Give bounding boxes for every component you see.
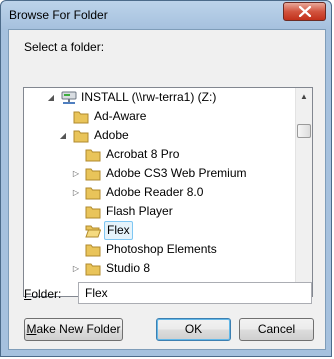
close-button[interactable] [283,2,326,21]
tree-item-label: Adobe Reader 8.0 [106,185,204,199]
tree-item-label: INSTALL (\\rw-terra1) (Z:) [81,90,217,104]
ok-button[interactable]: OK [156,318,231,341]
open-folder-icon [85,225,101,238]
vertical-scrollbar[interactable]: ▲ ▼ [295,88,312,296]
folder-tree[interactable]: ◢ INSTALL (\\rw-terra1) (Z:) Ad-Aware ◢ [23,87,313,297]
collapsed-arrow-icon[interactable]: ▷ [71,259,81,278]
title-bar[interactable]: Browse For Folder [1,1,331,29]
scroll-up-arrow-icon[interactable]: ▲ [298,90,310,104]
folder-icon [73,111,89,124]
collapsed-arrow-icon[interactable]: ▷ [71,164,81,183]
tree-item-label: Flex [104,221,133,240]
network-drive-icon [61,91,77,104]
folder-icon [85,244,101,257]
collapsed-arrow-icon[interactable]: ▷ [71,183,81,202]
window-title: Browse For Folder [9,8,108,22]
tree-item-label: Flash Player [106,204,173,218]
make-new-folder-button[interactable]: Make New Folder [24,318,123,341]
folder-icon [85,168,101,181]
folder-icon [85,149,101,162]
folder-icon [85,263,101,276]
tree-item-label: Ad-Aware [94,109,147,123]
folder-icon [85,206,101,219]
scrollbar-thumb[interactable] [297,124,311,138]
tree-item-label: Adobe CS3 Web Premium [106,166,247,180]
expanded-arrow-icon[interactable]: ◢ [58,126,68,145]
cancel-button[interactable]: Cancel [239,318,314,341]
folder-field-label: Folder: [24,287,62,301]
close-icon [299,6,311,17]
folder-icon [73,130,89,143]
folder-name-input[interactable] [78,282,312,304]
tree-item-label: Photoshop Elements [106,242,217,256]
dialog-body: Select a folder: ◢ INSTALL (\\rw-terra1)… [8,29,326,350]
expanded-arrow-icon[interactable]: ◢ [46,88,56,107]
tree-item-label: Adobe [94,128,129,142]
folder-icon [85,187,101,200]
tree-item-label: Studio 8 [106,261,151,275]
select-folder-prompt: Select a folder: [24,40,105,54]
browse-for-folder-dialog: Browse For Folder Select a folder: ◢ INS… [0,0,332,357]
tree-item-label: Acrobat 8 Pro [106,147,180,161]
